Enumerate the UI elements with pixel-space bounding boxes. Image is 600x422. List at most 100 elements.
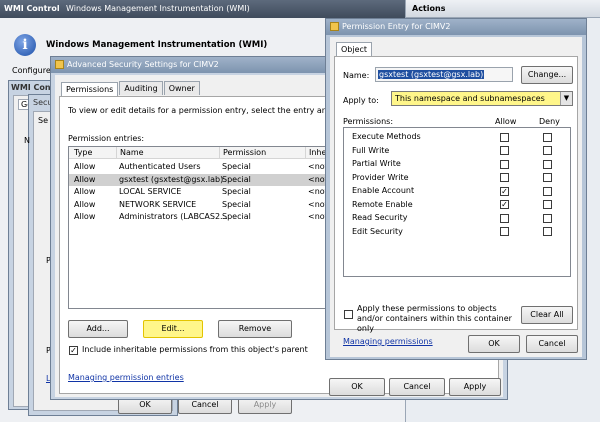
- table-row[interactable]: Allow gsxtest (gsxtest@gsx.lab) Special <no…: [69, 173, 329, 186]
- remove-button[interactable]: Remove: [218, 320, 292, 338]
- change-button[interactable]: Change...: [521, 66, 573, 84]
- deny-checkbox[interactable]: [543, 146, 552, 155]
- ghost-label-n: N: [24, 136, 30, 145]
- apply-objects-checkbox[interactable]: [344, 310, 353, 319]
- allow-checkbox[interactable]: [500, 227, 509, 236]
- wmi-console-titlebar: WMI Control Windows Management Instrumen…: [0, 0, 405, 18]
- deny-header: Deny: [539, 117, 560, 126]
- tab-auditing[interactable]: Auditing: [119, 81, 163, 95]
- allow-checkbox[interactable]: ✓: [500, 186, 509, 196]
- advanced-security-title: Advanced Security Settings for CIMV2: [67, 60, 219, 69]
- cell-name: gsxtest (gsxtest@gsx.lab): [119, 174, 224, 184]
- permission-entry-dialog: Permission Entry for CIMV2 Object Name: …: [325, 18, 587, 360]
- permissions-list: Execute Methods Full Write Partial Write Pr…: [343, 127, 571, 277]
- cell-permission: Special: [222, 199, 251, 209]
- cell-permission: Special: [222, 162, 251, 171]
- permission-entries-label: Permission entries:: [68, 134, 145, 143]
- deny-checkbox[interactable]: [543, 159, 552, 169]
- apply-objects-label: Apply these permissions to objects and/o…: [357, 304, 512, 333]
- wmi-console-title-bold: WMI Control: [4, 4, 60, 13]
- allow-checkbox[interactable]: [500, 173, 509, 182]
- deny-checkbox[interactable]: [543, 200, 552, 209]
- manage-permission-entries-link[interactable]: Managing permission entries: [68, 373, 184, 382]
- wmi-header: Windows Management Instrumentation (WMI): [46, 40, 268, 50]
- allow-checkbox[interactable]: [500, 146, 509, 155]
- table-row[interactable]: AllowNETWORK SERVICESpecial<not i: [69, 199, 329, 211]
- permission-name: Edit Security: [352, 226, 403, 236]
- deny-checkbox[interactable]: [543, 132, 552, 142]
- include-inheritable-label: Include inheritable permissions from thi…: [82, 345, 308, 354]
- allow-checkbox[interactable]: [500, 159, 509, 169]
- tab-object[interactable]: Object: [336, 42, 373, 56]
- apply-to-select[interactable]: This namespace and subnamespaces ▼: [391, 91, 573, 106]
- permission-name: Provider Write: [352, 172, 409, 182]
- column-type[interactable]: Type: [74, 147, 92, 159]
- name-field[interactable]: gsxtest (gsxtest@gsx.lab): [375, 67, 513, 82]
- list-header: Type Name Permission Inheri: [69, 147, 329, 159]
- add-button[interactable]: Add...: [68, 320, 128, 338]
- cell-type: Allow: [74, 212, 96, 221]
- table-row[interactable]: AllowAuthenticated UsersSpecial<not i: [69, 161, 329, 173]
- deny-checkbox[interactable]: [543, 173, 552, 182]
- allow-checkbox[interactable]: ✓: [500, 200, 509, 209]
- name-value: gsxtest (gsxtest@gsx.lab): [378, 70, 485, 79]
- include-inheritable-checkbox[interactable]: ✓: [69, 346, 78, 355]
- permissions-label: Permissions:: [343, 117, 394, 126]
- cell-permission: Special: [222, 212, 251, 221]
- cell-name: Authenticated Users: [119, 162, 201, 171]
- allow-checkbox[interactable]: [500, 213, 509, 223]
- advanced-ok-button[interactable]: OK: [329, 378, 385, 396]
- permission-ok-button[interactable]: OK: [468, 335, 520, 353]
- deny-checkbox[interactable]: [543, 227, 552, 236]
- advanced-cancel-button[interactable]: Cancel: [389, 378, 445, 396]
- folder-lock-icon: [55, 60, 64, 69]
- name-label: Name:: [343, 71, 370, 80]
- permission-entry-title: Permission Entry for CIMV2: [342, 22, 451, 31]
- cell-permission: Special: [222, 187, 251, 196]
- cell-type: Allow: [74, 174, 96, 184]
- permission-entry-tabs: Object: [336, 41, 373, 56]
- cell-name: NETWORK SERVICE: [119, 199, 197, 209]
- permission-entry-content: Object Name: gsxtest (gsxtest@gsx.lab) C…: [330, 37, 582, 357]
- ghost-edges: N P P L: [10, 120, 51, 390]
- actions-title: Actions: [412, 4, 446, 13]
- folder-lock-icon: [330, 22, 339, 31]
- cell-permission: Special: [222, 174, 251, 184]
- deny-checkbox[interactable]: [543, 213, 552, 223]
- tab-permissions[interactable]: Permissions: [61, 82, 119, 96]
- object-tab-panel: Name: gsxtest (gsxtest@gsx.lab) Change..…: [334, 56, 578, 346]
- permission-name: Enable Account: [352, 186, 415, 195]
- edit-button[interactable]: Edit...: [143, 320, 203, 338]
- cell-type: Allow: [74, 187, 96, 196]
- cell-type: Allow: [74, 162, 96, 171]
- permission-name: Execute Methods: [352, 132, 421, 141]
- wmi-info-icon: i: [14, 34, 36, 56]
- wmi-console-title: Windows Management Instrumentation (WMI): [66, 4, 250, 13]
- managing-permissions-link[interactable]: Managing permissions: [343, 337, 433, 346]
- apply-to-value: This namespace and subnamespaces: [395, 94, 545, 103]
- instructions-text: To view or edit details for a permission…: [68, 106, 330, 115]
- tab-owner[interactable]: Owner: [163, 81, 200, 95]
- deny-checkbox[interactable]: [543, 186, 552, 196]
- allow-checkbox[interactable]: [500, 132, 509, 142]
- permission-cancel-button[interactable]: Cancel: [526, 335, 578, 353]
- wmi-configures-text: Configures: [12, 66, 55, 75]
- permission-name: Read Security: [352, 213, 408, 222]
- permission-name: Remote Enable: [352, 199, 413, 209]
- chevron-down-icon[interactable]: ▼: [560, 92, 572, 105]
- table-row[interactable]: Allow Administrators (LABCAS2... Special <n…: [69, 211, 329, 223]
- column-name[interactable]: Name: [116, 147, 144, 159]
- cell-name: Administrators (LABCAS2...: [119, 212, 228, 221]
- clear-all-button[interactable]: Clear All: [521, 306, 573, 324]
- cell-name: LOCAL SERVICE: [119, 187, 182, 196]
- permission-entries-list[interactable]: Type Name Permission Inheri Allow Authent…: [68, 146, 330, 309]
- actions-panel-header: Actions: [406, 0, 600, 18]
- permission-name: Full Write: [352, 145, 390, 155]
- column-permission[interactable]: Permission: [219, 147, 266, 159]
- allow-header: Allow: [495, 117, 517, 126]
- apply-to-label: Apply to:: [343, 96, 379, 105]
- table-row[interactable]: AllowLOCAL SERVICESpecial<not i: [69, 186, 329, 198]
- permission-name: Partial Write: [352, 159, 401, 168]
- advanced-security-tabs: Permissions Auditing Owner: [61, 81, 201, 96]
- advanced-apply-button[interactable]: Apply: [449, 378, 501, 396]
